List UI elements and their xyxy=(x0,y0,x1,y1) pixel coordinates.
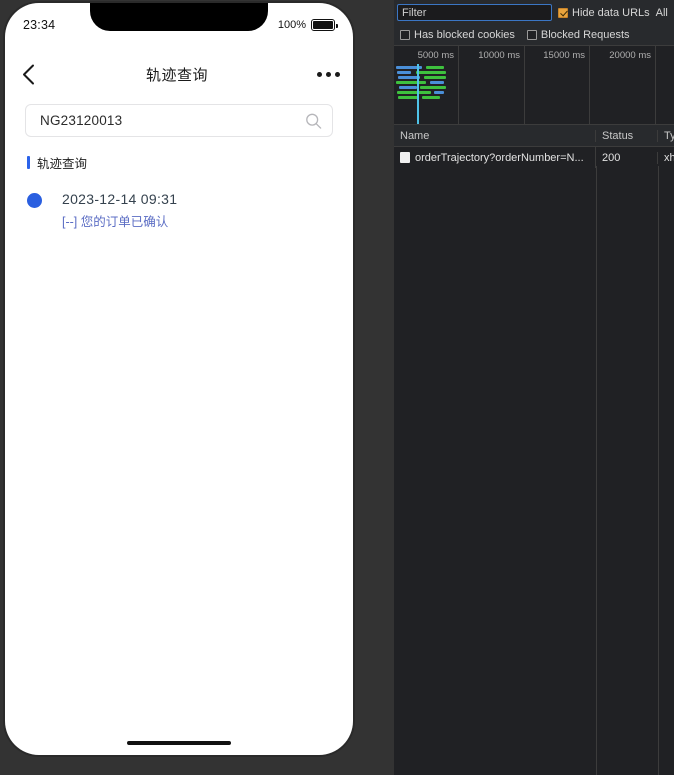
checkbox-checked-icon[interactable] xyxy=(558,7,568,18)
resource-type-all-filter[interactable]: All xyxy=(656,7,668,19)
overview-tick-label: 15000 ms xyxy=(543,50,585,61)
back-button[interactable] xyxy=(5,53,51,95)
status-bar: 23:34 100% xyxy=(5,3,353,47)
hide-data-urls-label: Hide data URLs xyxy=(572,6,650,19)
battery-full-icon xyxy=(311,19,338,31)
phone-frame: 23:34 100% 轨迹查询 NG23120013 轨迹查询 2023-12-… xyxy=(5,3,353,755)
search-section xyxy=(5,104,353,137)
request-table-body: orderTrajectory?orderNumber=N... 200 xh xyxy=(394,147,674,168)
overview-gridline xyxy=(589,46,590,124)
phone-preview-area: 23:34 100% 轨迹查询 NG23120013 轨迹查询 2023-12-… xyxy=(0,0,394,775)
timeline-item-time: 2023-12-14 09:31 xyxy=(62,191,178,207)
devtools-filter-row: Hide data URLs All xyxy=(394,0,674,25)
timeline-item: 2023-12-14 09:31 [--] 您的订单已确认 xyxy=(27,189,333,231)
request-table-header: Name Status Ty xyxy=(394,125,674,147)
filter-input[interactable] xyxy=(397,4,552,21)
more-horizontal-icon[interactable] xyxy=(303,53,353,95)
search-input[interactable] xyxy=(38,112,298,129)
hide-data-urls-toggle[interactable]: Hide data URLs xyxy=(558,7,650,19)
devtools-network-panel: Hide data URLs All Has blocked cookies B… xyxy=(394,0,674,775)
timeline-item-body: 2023-12-14 09:31 [--] 您的订单已确认 xyxy=(62,189,177,231)
section-accent-bar xyxy=(27,156,30,169)
has-blocked-cookies-label: Has blocked cookies xyxy=(414,29,515,41)
overview-tick-label: 20000 ms xyxy=(609,50,651,61)
status-bar-time: 23:34 xyxy=(23,18,56,32)
overview-tick-label: 5000 ms xyxy=(417,50,454,61)
overview-playhead[interactable] xyxy=(417,64,419,124)
overview-waterfall-bars xyxy=(396,66,466,106)
table-row[interactable]: orderTrajectory?orderNumber=N... 200 xh xyxy=(394,147,674,168)
search-box[interactable] xyxy=(25,104,333,137)
chevron-left-icon xyxy=(22,64,35,85)
blocked-requests-toggle[interactable]: Blocked Requests xyxy=(526,29,630,41)
xhr-file-icon xyxy=(400,152,410,163)
section-title: 轨迹查询 xyxy=(37,157,88,171)
overview-gridline xyxy=(655,46,656,124)
blocked-requests-label: Blocked Requests xyxy=(540,29,630,41)
checkbox-unchecked-icon[interactable] xyxy=(400,30,410,40)
column-header-status[interactable]: Status xyxy=(596,129,658,142)
page-title: 轨迹查询 xyxy=(145,66,208,84)
network-overview-timeline[interactable]: 5000 ms 10000 ms 15000 ms 20000 ms xyxy=(394,46,674,125)
column-header-type[interactable]: Ty xyxy=(658,130,674,142)
has-blocked-cookies-toggle[interactable]: Has blocked cookies xyxy=(400,29,515,41)
request-name-cell[interactable]: orderTrajectory?orderNumber=N... xyxy=(394,147,596,168)
devtools-options-row: Has blocked cookies Blocked Requests xyxy=(394,25,674,46)
checkbox-unchecked-icon[interactable] xyxy=(526,30,537,40)
overview-tick-label: 10000 ms xyxy=(478,50,520,61)
overview-gridline xyxy=(524,46,525,124)
request-name-label: orderTrajectory?orderNumber=N... xyxy=(415,151,584,164)
section-label: 轨迹查询 xyxy=(27,153,87,172)
timeline-dot-icon xyxy=(27,193,42,208)
status-bar-right: 100% xyxy=(277,19,338,31)
home-indicator[interactable] xyxy=(127,740,231,745)
request-table-empty-area xyxy=(394,166,674,775)
trajectory-timeline: 2023-12-14 09:31 [--] 您的订单已确认 xyxy=(27,189,333,231)
request-type-cell: xh xyxy=(664,151,674,164)
column-header-name[interactable]: Name xyxy=(394,129,596,142)
battery-percent-label: 100% xyxy=(277,19,306,31)
search-icon[interactable] xyxy=(305,112,322,129)
timeline-item-description: [--] 您的订单已确认 xyxy=(62,215,169,229)
app-nav-bar: 轨迹查询 xyxy=(5,53,353,95)
request-status-cell: 200 xyxy=(596,151,658,164)
